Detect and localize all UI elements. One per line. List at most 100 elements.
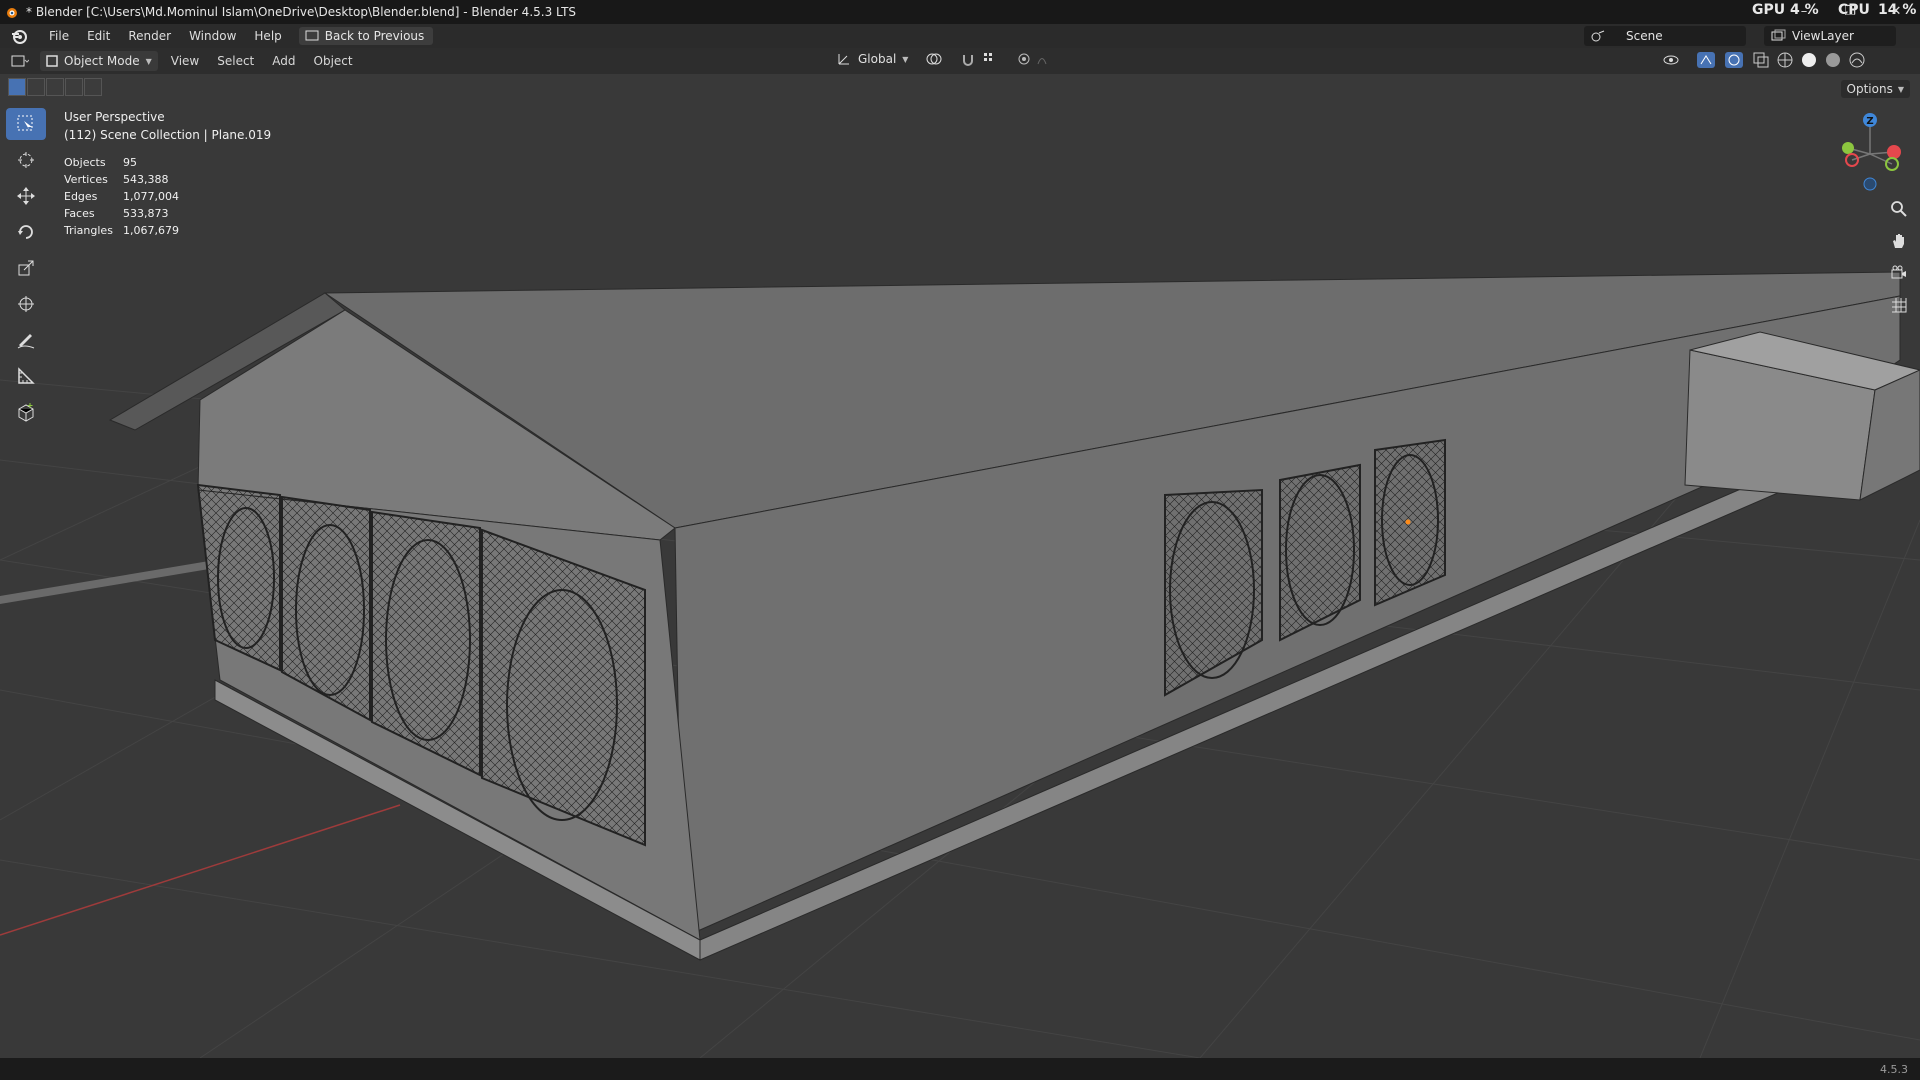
- version-label: 4.5.3: [1880, 1062, 1908, 1076]
- transform-tool[interactable]: [6, 288, 46, 320]
- select-invert-icon[interactable]: [65, 78, 83, 96]
- back-to-previous-label: Back to Previous: [324, 29, 425, 43]
- zoom-icon: [1891, 201, 1907, 217]
- pipe: [0, 560, 215, 604]
- stat-row: Edges 1,077,004: [64, 188, 179, 205]
- orientation-dropdown[interactable]: Global: [858, 52, 896, 66]
- menu-render[interactable]: Render: [119, 24, 180, 48]
- editor-type-icon[interactable]: [10, 51, 30, 71]
- pivot-icon[interactable]: [924, 51, 954, 67]
- status-bar: 4.5.3: [0, 1058, 1920, 1080]
- view-layer-icon: [1771, 29, 1786, 41]
- scale-tool[interactable]: [6, 252, 46, 284]
- maximize-button[interactable]: ❐: [1827, 0, 1873, 22]
- pan-button[interactable]: [1886, 228, 1912, 254]
- material-shading-icon[interactable]: [1824, 51, 1842, 69]
- camera-icon: [1891, 265, 1906, 279]
- 3d-viewport[interactable]: [0, 74, 1920, 1058]
- gizmo-toggle-icon[interactable]: [1696, 51, 1718, 69]
- options-dropdown[interactable]: Options ▼: [1840, 80, 1910, 98]
- back-to-previous-button[interactable]: Back to Previous: [298, 27, 434, 45]
- select-box-tool[interactable]: [6, 108, 46, 140]
- object-mode-dropdown[interactable]: Object Mode ▼: [40, 51, 158, 71]
- cursor-select-icon: [17, 115, 33, 131]
- stat-value: 95: [123, 156, 137, 169]
- rotate-icon: [18, 225, 33, 239]
- scene-selector[interactable]: Scene: [1584, 26, 1746, 46]
- minimize-button[interactable]: –: [1781, 0, 1827, 22]
- stat-row: Triangles 1,067,679: [64, 222, 179, 239]
- stat-label: Objects: [64, 156, 106, 169]
- select-extend-icon[interactable]: [27, 78, 45, 96]
- visibility-icon[interactable]: [1662, 52, 1690, 68]
- blender-logo-icon: [7, 8, 17, 18]
- menu-help[interactable]: Help: [245, 24, 290, 48]
- window-title: * Blender [C:\Users\Md.Mominul Islam\One…: [26, 5, 577, 19]
- snap-icon[interactable]: [960, 51, 976, 67]
- stat-label: Vertices: [64, 173, 108, 186]
- scene-render: [0, 271, 1920, 1058]
- blender-menu-icon[interactable]: [10, 27, 28, 45]
- zoom-button[interactable]: [1886, 196, 1912, 222]
- object-mode-label: Object Mode: [64, 54, 140, 68]
- z-axis-label: Z: [1866, 116, 1873, 127]
- scene-name: Scene: [1626, 29, 1663, 43]
- move-icon: [17, 187, 35, 205]
- stat-label: Faces: [64, 207, 95, 220]
- navigation-gizmo[interactable]: Z: [1830, 108, 1910, 194]
- close-button[interactable]: ✕: [1873, 0, 1919, 22]
- header-menu-object[interactable]: Object: [305, 54, 362, 68]
- menu-edit[interactable]: Edit: [78, 24, 119, 48]
- pencil-icon: [17, 334, 35, 349]
- selection-mode-row: [0, 74, 102, 100]
- stat-value: 1,077,004: [123, 190, 179, 203]
- xray-toggle-icon[interactable]: [1752, 51, 1770, 69]
- wireframe-shading-icon[interactable]: [1776, 51, 1794, 69]
- header-menu-view[interactable]: View: [162, 54, 208, 68]
- solid-shading-icon[interactable]: [1800, 51, 1818, 69]
- options-label: Options: [1846, 82, 1893, 96]
- view-layer-name: ViewLayer: [1792, 29, 1854, 43]
- annotate-tool[interactable]: [6, 324, 46, 356]
- overlay-toggle-icon[interactable]: [1724, 51, 1746, 69]
- 3d-cursor-icon: [18, 152, 34, 168]
- viewport-shading-controls: [1662, 51, 1866, 69]
- header-menu-add[interactable]: Add: [263, 54, 304, 68]
- header-menu-select[interactable]: Select: [208, 54, 263, 68]
- y-axis-icon[interactable]: [1842, 142, 1854, 154]
- select-new-icon[interactable]: [8, 78, 26, 96]
- perspective-label: User Perspective: [64, 110, 165, 124]
- menu-file[interactable]: File: [40, 24, 78, 48]
- screen-icon: [305, 30, 319, 41]
- measure-tool[interactable]: [6, 360, 46, 392]
- snap-grid-icon[interactable]: [982, 51, 1012, 67]
- viewport-info: User Perspective (112) Scene Collection …: [64, 108, 271, 144]
- scene-statistics: Objects 95 Vertices 543,388 Edges 1,077,004…: [64, 154, 179, 239]
- x-axis-icon[interactable]: [1887, 145, 1901, 159]
- chevron-down-icon: ▼: [1897, 84, 1904, 94]
- select-intersect-icon[interactable]: [84, 78, 102, 96]
- scene-icon: [1591, 30, 1605, 42]
- transform-icon: [18, 296, 34, 312]
- orientation-icon: [838, 54, 849, 65]
- stat-label: Triangles: [64, 224, 113, 237]
- add-cube-icon: [18, 403, 34, 422]
- view-layer-selector[interactable]: ViewLayer: [1764, 26, 1896, 46]
- ortho-toggle-button[interactable]: [1886, 292, 1912, 318]
- menu-window[interactable]: Window: [180, 24, 245, 48]
- rotate-tool[interactable]: [6, 216, 46, 248]
- chevron-down-icon: ▼: [902, 54, 909, 64]
- camera-view-button[interactable]: [1886, 260, 1912, 286]
- rendered-shading-icon[interactable]: [1848, 51, 1866, 69]
- chevron-down-icon: ▼: [145, 56, 152, 66]
- collection-label: (112) Scene Collection | Plane.019: [64, 128, 272, 142]
- select-subtract-icon[interactable]: [46, 78, 64, 96]
- hand-icon: [1893, 234, 1904, 248]
- move-tool[interactable]: [6, 180, 46, 212]
- add-cube-tool[interactable]: [6, 396, 46, 428]
- cursor-tool[interactable]: [6, 144, 46, 176]
- stat-row: Objects 95: [64, 154, 179, 171]
- neg-z-axis-icon[interactable]: [1863, 177, 1877, 191]
- proportional-edit-icon[interactable]: [1018, 51, 1058, 67]
- stat-value: 533,873: [123, 207, 169, 220]
